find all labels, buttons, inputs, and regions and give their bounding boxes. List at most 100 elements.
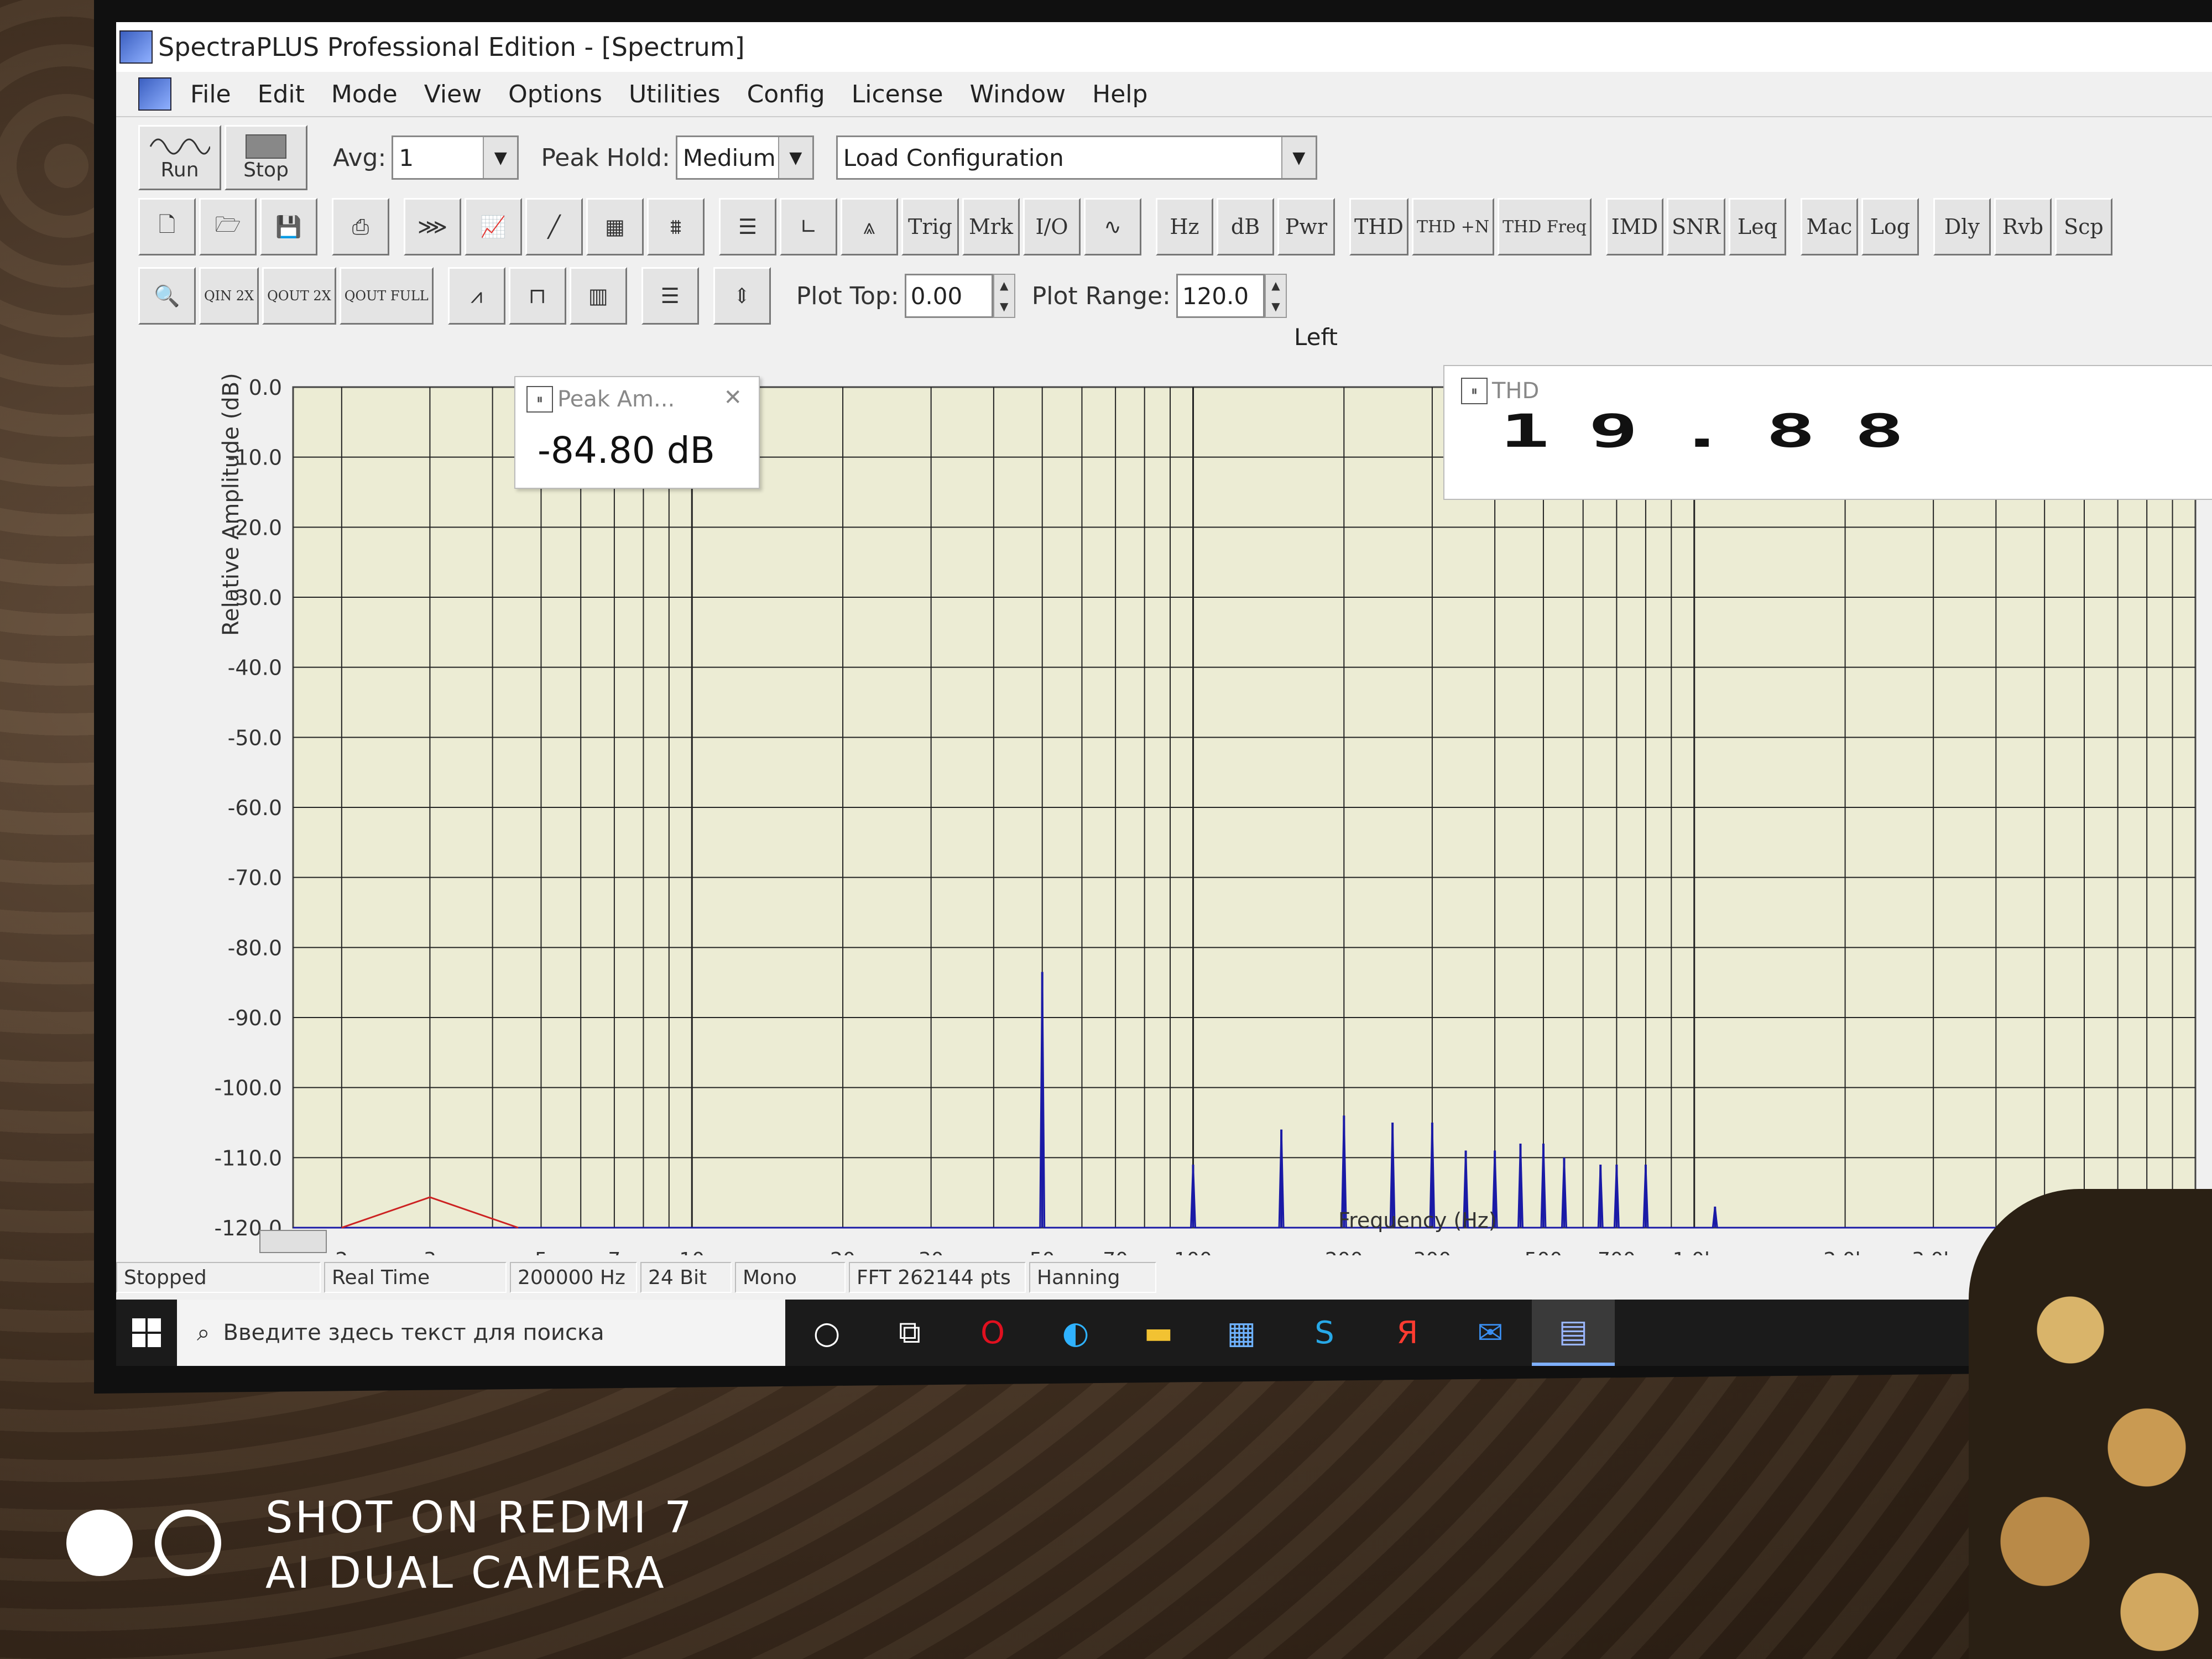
signal-generator-button[interactable]: ∿ [1084, 198, 1141, 255]
cortana-icon[interactable]: ○ [785, 1300, 868, 1366]
chevron-down-icon[interactable]: ▼ [483, 137, 518, 178]
x-tick-label: 100 [1174, 1249, 1212, 1255]
peak-hold-select[interactable]: Medium ▼ [675, 135, 814, 180]
dried-flowers [1969, 1189, 2212, 1659]
pwr-button[interactable]: Pwr [1277, 198, 1335, 255]
chevron-down-icon[interactable]: ▼ [1281, 137, 1316, 178]
x-tick-label: 500 [1525, 1249, 1563, 1255]
file-explorer-icon[interactable]: ▬ [1117, 1300, 1200, 1366]
step-graph-button[interactable]: ⊓ [508, 267, 566, 325]
calibrate-button[interactable]: ⩓ [841, 198, 898, 255]
io-button[interactable]: I/O [1023, 198, 1081, 255]
thd-meter[interactable]: ⏸ THD 19.88 [1443, 365, 2212, 500]
mac-button[interactable]: Mac [1800, 198, 1858, 255]
phase-button[interactable]: ╱ [525, 198, 583, 255]
avg-select[interactable]: 1 ▼ [392, 135, 519, 180]
taskbar-search[interactable]: ⌕ Введите здесь текст для поиска [177, 1300, 785, 1366]
title-bar: SpectraPLUS Professional Edition - [Spec… [116, 22, 2212, 72]
menu-utilities[interactable]: Utilities [615, 80, 734, 108]
save-file-button[interactable]: 💾 [260, 198, 317, 255]
new-file-button[interactable]: 🗋 [138, 198, 196, 255]
plot-settings-button[interactable]: ☰ [641, 267, 699, 325]
rvb-button[interactable]: Rvb [1994, 198, 2052, 255]
task-view-icon[interactable]: ⧉ [868, 1300, 951, 1366]
scp-button[interactable]: Scp [2054, 198, 2112, 255]
trig-button[interactable]: Trig [901, 198, 959, 255]
hz-button[interactable]: Hz [1156, 198, 1213, 255]
chevron-down-icon[interactable]: ▼ [778, 137, 812, 178]
signal-generator-icon: ∿ [1104, 215, 1121, 239]
menu-config[interactable]: Config [734, 80, 838, 108]
thd-button[interactable]: THD [1349, 198, 1408, 255]
edge-icon[interactable]: ◐ [1034, 1300, 1117, 1366]
menu-help[interactable]: Help [1079, 80, 1161, 108]
spectrogram-icon: ▦ [605, 215, 625, 239]
spectrogram-button[interactable]: ▦ [586, 198, 644, 255]
imd-button[interactable]: IMD [1605, 198, 1663, 255]
print-button[interactable]: ⎙ [332, 198, 389, 255]
snr-button[interactable]: SNR [1666, 198, 1725, 255]
store-icon[interactable]: ▦ [1200, 1300, 1283, 1366]
x-tick-label: 300 [1413, 1249, 1452, 1255]
spectraplus-taskbar-icon[interactable]: ▤ [1532, 1300, 1615, 1366]
zoom-button[interactable]: 🔍 [138, 267, 196, 325]
menu-license[interactable]: License [838, 80, 957, 108]
skype-icon[interactable]: S [1283, 1300, 1366, 1366]
peak-amplitude-meter[interactable]: ⏸ Peak Am... ✕ -84.80 dB [514, 376, 760, 489]
menu-mode[interactable]: Mode [318, 80, 411, 108]
bar-graph-button[interactable]: ▥ [569, 267, 627, 325]
3d-surface-button[interactable]: ⩩ [647, 198, 705, 255]
db-button[interactable]: dB [1217, 198, 1274, 255]
axis-button[interactable]: ∟ [780, 198, 837, 255]
plot-top-input[interactable]: 0.00 [904, 274, 993, 318]
document-icon[interactable] [138, 77, 171, 111]
thd-freq-button[interactable]: THD Freq [1498, 198, 1592, 255]
plot-top-spinner[interactable]: ▲ ▼ [993, 274, 1015, 318]
pin-icon[interactable]: ⏸ [526, 386, 553, 413]
x-tick-label: 50 [1030, 1249, 1055, 1255]
time-series-button[interactable]: ⋙ [404, 198, 461, 255]
dly-button[interactable]: Dly [1933, 198, 1991, 255]
stop-button[interactable]: Stop [225, 125, 307, 190]
start-button[interactable] [116, 1300, 177, 1366]
x-tick-label: 3 [424, 1249, 436, 1255]
zoom-in-button[interactable]: QIN 2X [199, 267, 259, 325]
mail-icon[interactable]: ✉ [1449, 1300, 1532, 1366]
list-icon: ☰ [738, 215, 758, 239]
menu-edit[interactable]: Edit [244, 80, 318, 108]
pin-icon[interactable]: ⏸ [1461, 378, 1488, 404]
settings-button[interactable]: ☰ [719, 198, 776, 255]
menu-view[interactable]: View [411, 80, 495, 108]
zoom-full-button[interactable]: QOUT FULL [339, 267, 434, 325]
y-tick-label: -90.0 [228, 1006, 282, 1030]
thd-n-button[interactable]: THD +N [1411, 198, 1495, 255]
zoom-out-button[interactable]: QOUT 2X [262, 267, 336, 325]
opera-icon[interactable]: O [951, 1300, 1034, 1366]
open-file-button[interactable]: 🗁 [199, 198, 257, 255]
menu-file[interactable]: File [177, 80, 244, 108]
phase-icon: ╱ [547, 215, 561, 239]
peak-meter-value: -84.80 dB [538, 429, 715, 472]
run-button[interactable]: Run [138, 125, 221, 190]
load-configuration-select[interactable]: Load Configuration ▼ [836, 135, 1317, 180]
x-tick-label: 2.0k [1824, 1249, 1867, 1255]
x-tick-label: 3.0k [1912, 1249, 1955, 1255]
autoscale-button[interactable]: ⇕ [713, 267, 771, 325]
menu-options[interactable]: Options [495, 80, 615, 108]
mrk-button[interactable]: Mrk [962, 198, 1020, 255]
yandex-browser-icon[interactable]: Я [1366, 1300, 1449, 1366]
menu-window[interactable]: Window [957, 80, 1079, 108]
x-tick-label: 30 [919, 1249, 944, 1255]
line-graph-button[interactable]: ⩘ [447, 267, 505, 325]
spectrum-button[interactable]: 📈 [465, 198, 522, 255]
app-icon[interactable] [119, 30, 153, 64]
leq-button[interactable]: Leq [1728, 198, 1786, 255]
close-icon[interactable]: ✕ [723, 385, 742, 410]
status-fft-size: FFT 262144 pts [849, 1262, 1026, 1293]
log-button[interactable]: Log [1861, 198, 1919, 255]
channel-label: Left [1294, 324, 1338, 351]
plot-range-input[interactable]: 120.0 [1176, 274, 1265, 318]
meter-header[interactable]: ⏸ Peak Am... [515, 377, 759, 421]
magnifier-icon: 🔍 [154, 283, 180, 308]
plot-range-spinner[interactable]: ▲ ▼ [1264, 274, 1287, 318]
